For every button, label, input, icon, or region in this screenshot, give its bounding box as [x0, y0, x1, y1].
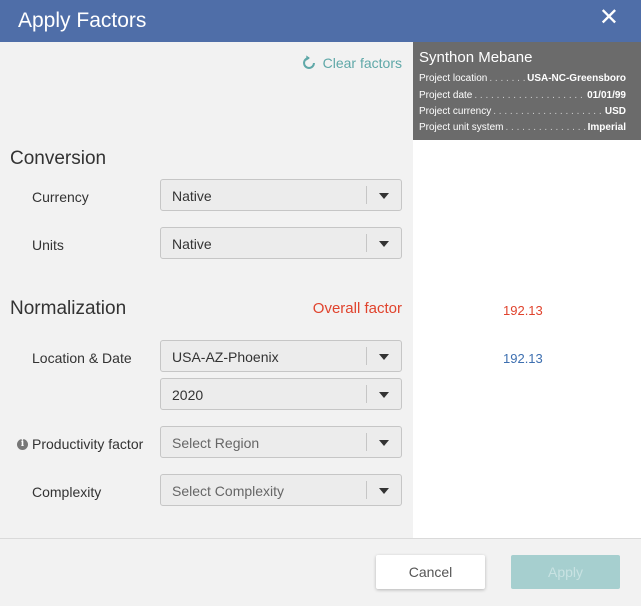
project-name: Synthon Mebane — [419, 49, 533, 66]
chevron-down-icon — [379, 392, 389, 398]
project-date-row: Project date . . . . . . . . . . . . . .… — [419, 90, 626, 101]
clear-factors-button[interactable]: Clear factors — [300, 54, 402, 72]
location-factor-value: 192.13 — [503, 351, 543, 366]
project-unit-system-row: Project unit system . . . . . . . . . . … — [419, 122, 626, 133]
info-value: Imperial — [587, 122, 626, 133]
select-divider — [366, 433, 367, 451]
normalization-heading: Normalization — [10, 298, 127, 319]
chevron-down-icon — [379, 488, 389, 494]
productivity-factor-label: i Productivity factor — [17, 436, 143, 452]
year-select[interactable]: 2020 — [160, 378, 402, 410]
select-divider — [366, 234, 367, 252]
location-select[interactable]: USA-AZ-Phoenix — [160, 340, 402, 372]
overall-factor-value: 192.13 — [503, 303, 543, 318]
complexity-placeholder: Select Complexity — [172, 483, 285, 499]
leader-dots: . . . . . . . . . . . . . . . . . . . . … — [474, 90, 585, 101]
complexity-select[interactable]: Select Complexity — [160, 474, 402, 506]
chevron-down-icon — [379, 193, 389, 199]
select-divider — [366, 481, 367, 499]
chevron-down-icon — [379, 241, 389, 247]
conversion-heading: Conversion — [10, 148, 107, 169]
info-value: USD — [604, 106, 626, 117]
overall-factor-label: Overall factor — [312, 300, 402, 317]
dialog-footer: Cancel Apply — [0, 538, 641, 606]
currency-label: Currency — [32, 189, 89, 205]
close-icon[interactable]: ✕ — [599, 6, 619, 30]
apply-button[interactable]: Apply — [511, 555, 620, 589]
info-value: 01/01/99 — [587, 90, 626, 101]
currency-value: Native — [172, 188, 212, 204]
select-divider — [366, 385, 367, 403]
productivity-placeholder: Select Region — [172, 435, 260, 451]
chevron-down-icon — [379, 354, 389, 360]
location-date-label: Location & Date — [32, 350, 132, 366]
project-info-box: Synthon Mebane Project location . . . . … — [413, 42, 641, 140]
refresh-icon — [302, 55, 315, 69]
complexity-label: Complexity — [32, 484, 102, 500]
select-divider — [366, 347, 367, 365]
units-label: Units — [32, 237, 64, 253]
info-key: Project currency — [419, 106, 492, 117]
leader-dots: . . . . . . . . . . . . . . . . . . . . … — [493, 106, 603, 117]
currency-select[interactable]: Native — [160, 179, 402, 211]
project-location-row: Project location . . . . . . . . . . . .… — [419, 73, 626, 84]
clear-factors-label: Clear factors — [322, 55, 402, 71]
location-value: USA-AZ-Phoenix — [172, 349, 279, 365]
info-icon[interactable]: i — [17, 438, 28, 450]
info-key: Project location — [419, 73, 488, 84]
productivity-region-select[interactable]: Select Region — [160, 426, 402, 458]
info-key: Project unit system — [419, 122, 504, 133]
info-value: USA-NC-Greensboro — [527, 73, 626, 84]
units-select[interactable]: Native — [160, 227, 402, 259]
chevron-down-icon — [379, 440, 389, 446]
units-value: Native — [172, 236, 212, 252]
info-key: Project date — [419, 90, 473, 101]
leader-dots: . . . . . . . . . . . . . . . . . . . . — [505, 122, 585, 133]
dialog-header: Apply Factors ✕ — [0, 0, 641, 42]
dialog-title: Apply Factors — [18, 9, 147, 32]
factors-panel: Clear factors Conversion Currency Native… — [0, 42, 413, 538]
cancel-button[interactable]: Cancel — [376, 555, 485, 589]
select-divider — [366, 186, 367, 204]
leader-dots: . . . . . . . . . . . . . . . . . . . — [489, 73, 525, 84]
productivity-factor-text: Productivity factor — [32, 436, 144, 452]
project-currency-row: Project currency . . . . . . . . . . . .… — [419, 106, 626, 117]
year-value: 2020 — [172, 387, 204, 403]
